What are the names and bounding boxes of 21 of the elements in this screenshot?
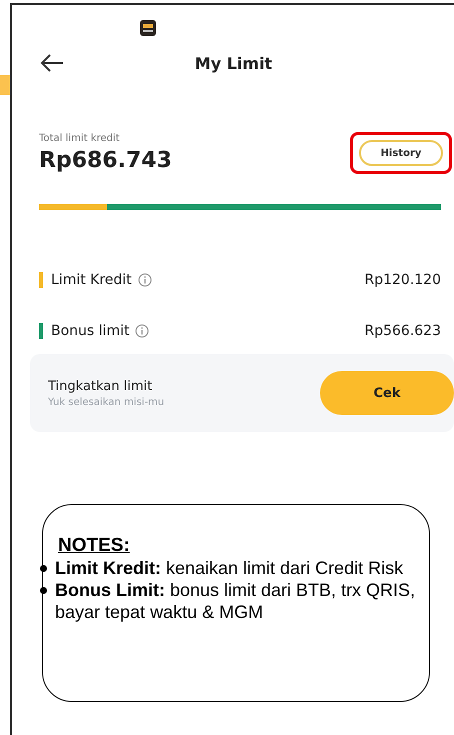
limit-value: Rp566.623 bbox=[364, 322, 441, 338]
check-button[interactable]: Cek bbox=[320, 371, 454, 415]
total-limit-label: Total limit kredit bbox=[39, 133, 121, 144]
upgrade-subtitle: Yuk selesaikan misi-mu bbox=[48, 396, 164, 408]
note-text: Limit Kredit: kenaikan limit dari Credit Risk bbox=[55, 557, 404, 579]
bullet-icon bbox=[40, 565, 47, 572]
limit-label: Limit Kredit bbox=[51, 272, 132, 288]
history-button[interactable]: History bbox=[359, 140, 443, 166]
back-arrow-icon bbox=[39, 53, 65, 73]
total-limit-amount: Rp686.743 bbox=[39, 148, 172, 173]
bank-logo-icon bbox=[140, 20, 156, 36]
info-icon[interactable] bbox=[135, 324, 150, 338]
limit-label: Bonus limit bbox=[51, 322, 130, 338]
limit-value: Rp120.120 bbox=[364, 272, 441, 288]
info-icon[interactable] bbox=[138, 272, 152, 286]
page-title: My Limit bbox=[194, 54, 274, 72]
back-button[interactable] bbox=[39, 53, 65, 73]
notes-heading: NOTES: bbox=[58, 535, 131, 557]
bullet-icon bbox=[40, 587, 47, 594]
upgrade-title: Tingkatkan limit bbox=[48, 378, 154, 394]
note-text: Bonus Limit: bonus limit dari BTB, trx QRIS, bayar tepat waktu & MGM bbox=[55, 579, 416, 623]
